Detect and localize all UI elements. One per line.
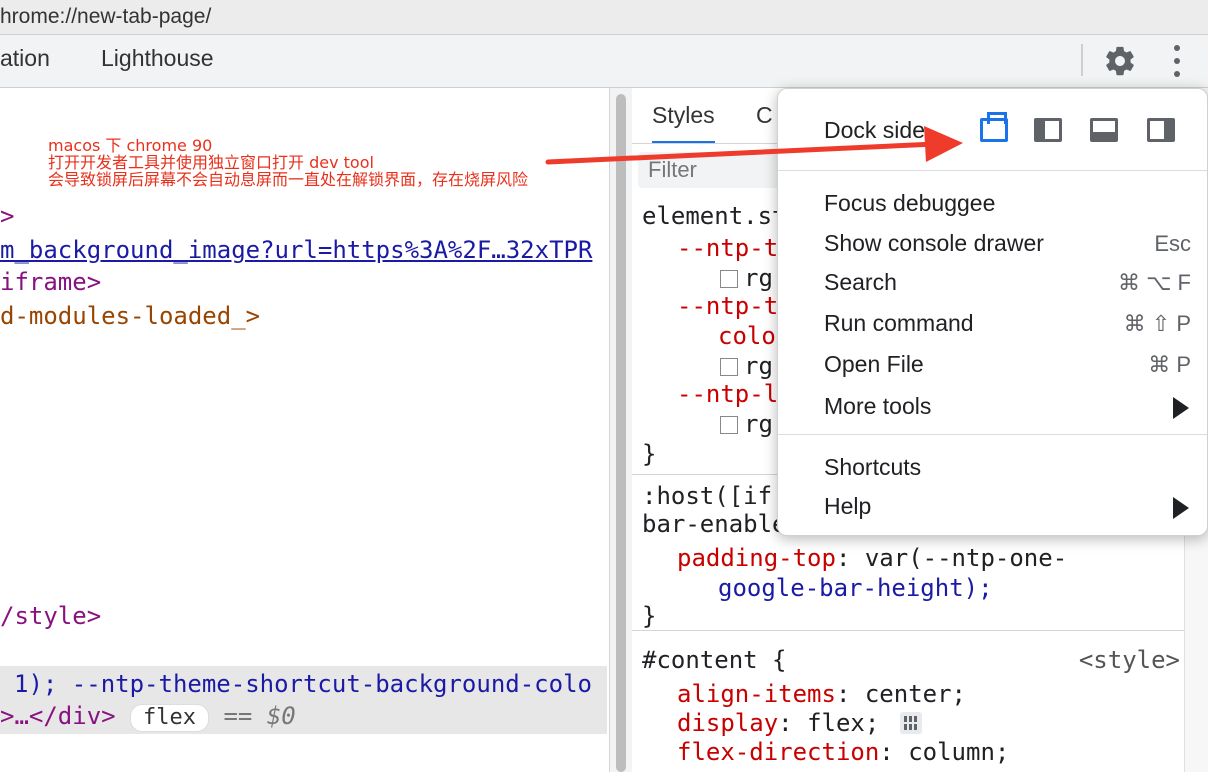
tab-computed[interactable]: C <box>756 102 773 129</box>
dock-right-icon[interactable] <box>1147 118 1175 142</box>
css-prop-cont: colo <box>718 322 776 350</box>
menu-item-run-command[interactable]: Run command ⌘ ⇧ P <box>778 305 1207 341</box>
selected-line-tail: >…</div> flex == $0 <box>0 702 296 732</box>
dom-line[interactable]: > <box>0 202 14 230</box>
menu-item-help[interactable]: Help <box>778 488 1207 524</box>
menu-item-focus-debuggee[interactable]: Focus debuggee <box>778 185 1207 221</box>
submenu-arrow-icon <box>1173 497 1189 519</box>
dom-line-link[interactable]: m_background_image?url=https%3A%2F…32xTP… <box>0 236 592 264</box>
annotation-line: 打开开发者工具并使用独立窗口打开 dev tool <box>48 153 374 172</box>
dom-line[interactable]: d-modules-loaded_> <box>0 302 260 330</box>
menu-item-search[interactable]: Search ⌘ ⌥ F <box>778 264 1207 300</box>
toolbar-divider <box>1081 44 1083 76</box>
tab-application[interactable]: ation <box>0 45 50 72</box>
color-swatch[interactable] <box>720 270 738 288</box>
rule-selector: element.st <box>642 202 787 230</box>
color-swatch[interactable] <box>720 358 738 376</box>
rule-selector: :host([if <box>642 482 773 510</box>
dock-side-label: Dock side <box>824 117 925 143</box>
menu-item-open-file[interactable]: Open File ⌘ P <box>778 346 1207 382</box>
tab-lighthouse[interactable]: Lighthouse <box>101 45 214 72</box>
shortcut-text: ⌘ ⌥ F <box>1117 270 1191 295</box>
style-rule-content: #content { <style> align-items: center; … <box>632 632 1184 772</box>
menu-item-show-console-drawer[interactable]: Show console drawer Esc <box>778 225 1207 261</box>
scrollbar-thumb[interactable] <box>616 94 626 772</box>
closing-div: >…</div> <box>0 702 116 730</box>
annotation-line: 会导致锁屏后屏幕不会自动息屏而一直处在解锁界面，存在烧屏风险 <box>48 170 529 189</box>
selected-eq-ref: == $0 <box>223 702 296 730</box>
dock-left-icon[interactable] <box>1034 118 1062 142</box>
shortcut-text: ⌘ ⇧ P <box>1123 311 1191 336</box>
dock-bottom-icon[interactable] <box>1090 118 1118 142</box>
menu-item-shortcuts[interactable]: Shortcuts <box>778 449 1207 485</box>
rule-selector: #content { <box>642 646 787 674</box>
submenu-arrow-icon <box>1173 397 1189 419</box>
color-swatch[interactable] <box>720 416 738 434</box>
css-declaration[interactable]: flex-direction: column; <box>677 738 1009 766</box>
rule-close: } <box>642 440 657 468</box>
panel-splitter[interactable] <box>609 88 633 772</box>
css-prop[interactable]: --ntp-t <box>677 234 778 262</box>
tab-styles[interactable]: Styles <box>652 102 715 144</box>
flexbox-editor-icon[interactable] <box>899 712 922 734</box>
css-value-cont: google-bar-height); <box>718 574 993 602</box>
undock-icon[interactable] <box>980 112 1008 142</box>
rule-source-link[interactable]: <style> <box>1079 646 1180 674</box>
more-options-icon[interactable] <box>1166 45 1188 77</box>
annotation-note: macos 下 chrome 90 打开开发者工具并使用独立窗口打开 dev t… <box>48 137 528 188</box>
menu-item-more-tools[interactable]: More tools <box>778 388 1207 424</box>
flex-badge[interactable]: flex <box>130 704 210 732</box>
url-text: hrome://new-tab-page/ <box>0 5 212 28</box>
css-value[interactable]: rg <box>720 352 773 380</box>
css-declaration[interactable]: align-items: center; <box>677 680 966 708</box>
dom-line[interactable]: /style> <box>0 602 101 630</box>
menu-separator <box>778 434 1207 435</box>
css-declaration[interactable]: display: flex; <box>677 709 922 737</box>
css-value[interactable]: rg <box>720 410 773 438</box>
dom-line[interactable]: iframe> <box>0 268 101 296</box>
css-prop[interactable]: --ntp-t <box>677 292 778 320</box>
menu-separator <box>778 170 1207 171</box>
css-declaration[interactable]: padding-top: var(--ntp-one- <box>677 544 1067 572</box>
css-value[interactable]: rg <box>720 264 773 292</box>
shortcut-text: Esc <box>1154 231 1191 256</box>
gear-icon[interactable] <box>1103 44 1137 78</box>
address-bar[interactable]: hrome://new-tab-page/ <box>0 0 1208 35</box>
devtools-tab-bar: ation Lighthouse <box>0 35 1208 88</box>
rule-close: } <box>642 602 657 630</box>
rule-selector: bar-enable <box>642 510 787 538</box>
selected-line-style: 1); --ntp-theme-shortcut-background-colo <box>14 670 592 698</box>
selected-dom-node[interactable]: 1); --ntp-theme-shortcut-background-colo… <box>0 666 607 734</box>
elements-panel: > m_background_image?url=https%3A%2F…32x… <box>0 88 609 772</box>
filter-placeholder: Filter <box>648 157 697 182</box>
devtools-customize-menu: Dock side Focus debuggee Show console dr… <box>777 88 1208 536</box>
css-prop[interactable]: --ntp-l <box>677 380 778 408</box>
shortcut-text: ⌘ P <box>1148 352 1191 377</box>
annotation-line: macos 下 chrome 90 <box>48 136 213 155</box>
